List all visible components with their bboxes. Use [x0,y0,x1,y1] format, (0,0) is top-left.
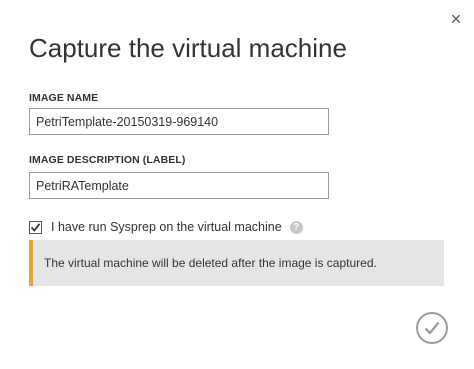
warning-text: The virtual machine will be deleted afte… [44,256,377,270]
sysprep-checkbox-row: I have run Sysprep on the virtual machin… [29,219,303,235]
image-description-label: IMAGE DESCRIPTION (LABEL) [29,154,186,166]
dialog-title: Capture the virtual machine [29,33,347,63]
image-name-label: IMAGE NAME [29,92,99,104]
complete-button[interactable] [416,312,448,344]
checkmark-icon [30,222,41,232]
sysprep-label[interactable]: I have run Sysprep on the virtual machin… [51,220,282,234]
help-icon[interactable]: ? [289,220,303,234]
sysprep-checkbox[interactable] [29,220,42,234]
image-name-input[interactable] [29,108,329,135]
complete-checkmark-icon [424,321,440,335]
close-icon[interactable]: × [448,10,464,28]
capture-vm-dialog: × Capture the virtual machine IMAGE NAME… [0,0,474,369]
warning-banner: The virtual machine will be deleted afte… [29,240,444,286]
image-description-input[interactable] [29,172,329,199]
